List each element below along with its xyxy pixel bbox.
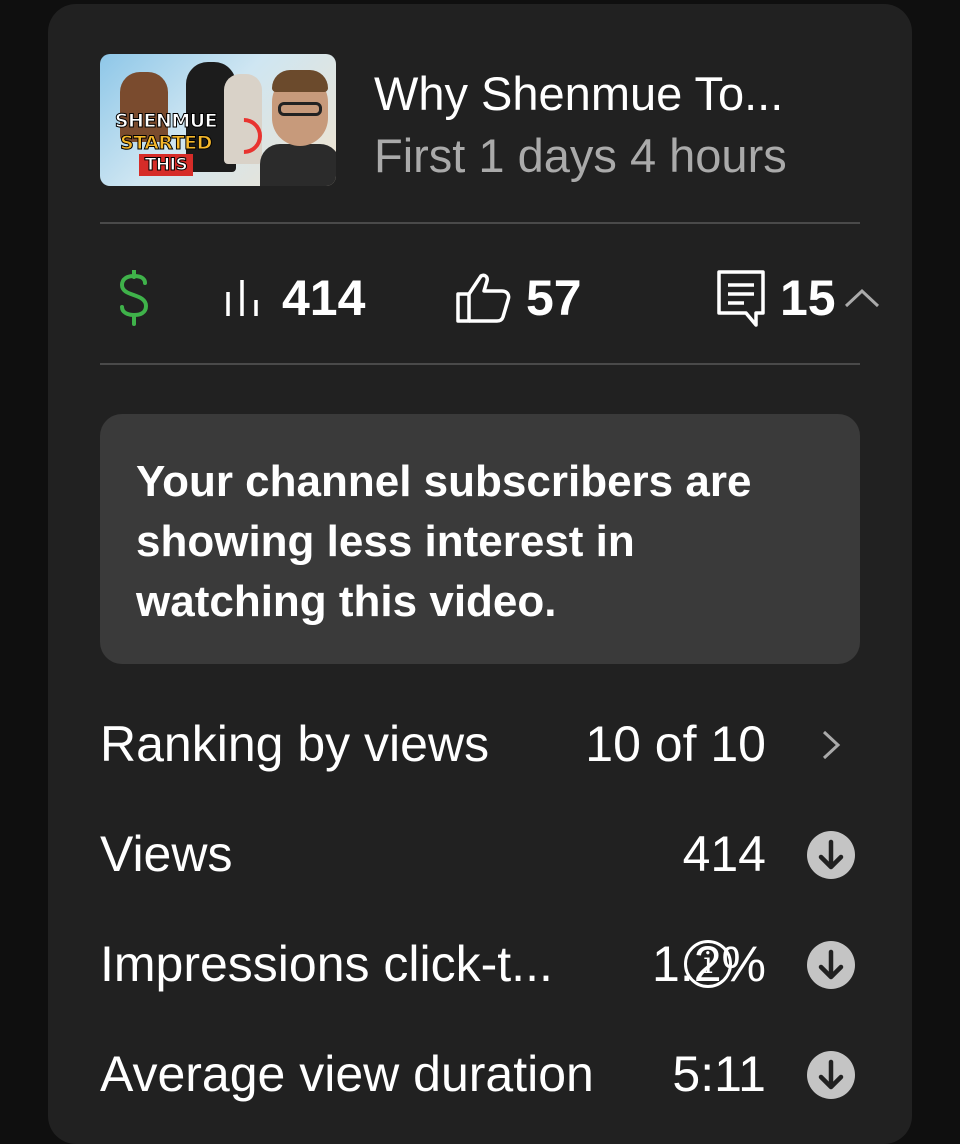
views-count: 414 xyxy=(282,270,366,326)
arrow-down-circle-icon[interactable] xyxy=(806,830,856,880)
comments-stat[interactable]: 15 xyxy=(716,262,882,334)
thumbnail-text-line-1: SHENMUE xyxy=(114,110,218,133)
likes-stat[interactable]: 57 xyxy=(454,262,582,334)
likes-count: 57 xyxy=(526,270,582,326)
views-stat[interactable]: 414 xyxy=(224,262,365,334)
metric-row-ranking[interactable]: Ranking by views 10 of 10 xyxy=(100,704,860,784)
thumbnail-text-line-3: THIS xyxy=(138,154,194,176)
video-thumbnail[interactable]: SHENMUE STARTED THIS xyxy=(100,54,336,186)
insight-text: Your channel subscribers are showing les… xyxy=(136,457,752,626)
insight-notice: Your channel subscribers are showing les… xyxy=(100,414,860,664)
video-time-period: First 1 days 4 hours xyxy=(374,129,787,182)
bar-chart-icon xyxy=(226,280,258,316)
chevron-right-icon[interactable] xyxy=(806,720,856,770)
thumbnail-presenter xyxy=(260,66,336,186)
metric-value: 5:11 xyxy=(672,1046,766,1102)
video-analytics-card: SHENMUE STARTED THIS Why Shenmue To... F… xyxy=(48,4,912,1144)
thumbnail-text-line-2: STARTED xyxy=(120,132,213,155)
stats-bar[interactable]: 414 57 15 xyxy=(100,262,879,334)
video-header[interactable]: SHENMUE STARTED THIS Why Shenmue To... F… xyxy=(100,54,860,190)
divider xyxy=(100,363,860,365)
metric-row-impressions-ctr[interactable]: Impressions click-t... 1.2% i xyxy=(100,924,860,1004)
monetization-stat[interactable] xyxy=(114,262,154,334)
arrow-down-circle-icon[interactable] xyxy=(806,940,856,990)
dollar-icon xyxy=(119,270,149,326)
metric-label: Impressions click-t... xyxy=(100,936,553,992)
comment-icon xyxy=(717,270,765,327)
metric-value: 10 of 10 xyxy=(585,716,766,772)
metric-value: 414 xyxy=(682,826,766,882)
divider xyxy=(100,222,860,224)
chevron-up-icon[interactable] xyxy=(842,286,882,310)
thumbs-up-icon xyxy=(456,273,511,323)
comments-count: 15 xyxy=(780,270,836,326)
video-title[interactable]: Why Shenmue To... xyxy=(374,64,864,124)
metric-label: Ranking by views xyxy=(100,716,490,772)
info-icon[interactable]: i xyxy=(684,940,732,988)
arrow-down-circle-icon[interactable] xyxy=(806,1050,856,1100)
metric-label: Views xyxy=(100,826,233,882)
metric-row-avg-view-duration[interactable]: Average view duration 5:11 xyxy=(100,1034,860,1114)
thumbnail-caption: SHENMUE STARTED THIS xyxy=(104,110,228,176)
metric-label: Average view duration xyxy=(100,1046,594,1102)
metric-row-views[interactable]: Views 414 xyxy=(100,814,860,894)
